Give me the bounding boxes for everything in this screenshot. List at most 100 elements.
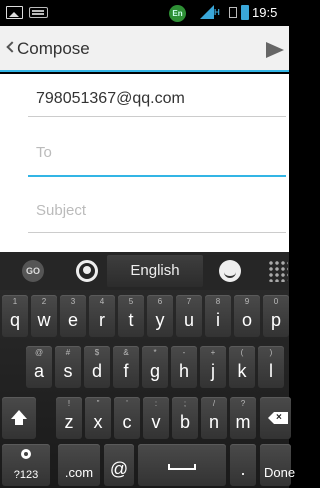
backspace-x-icon: × xyxy=(276,412,282,423)
go-keyboard-icon[interactable]: GO xyxy=(22,260,44,282)
key-hint: 0 xyxy=(273,297,279,306)
network-type-icon: H xyxy=(214,8,220,17)
key-label: q xyxy=(9,310,20,330)
key-q[interactable]: 1q xyxy=(2,295,28,337)
divider xyxy=(28,116,286,117)
key-label: l xyxy=(269,361,273,381)
key-i[interactable]: 8i xyxy=(205,295,231,337)
key-v[interactable]: :v xyxy=(143,397,169,439)
space-icon xyxy=(168,464,196,470)
keypad-grid-icon[interactable] xyxy=(268,260,288,282)
key-label: y xyxy=(155,310,165,330)
page-title[interactable]: Compose xyxy=(17,39,90,59)
key-r[interactable]: 4r xyxy=(89,295,115,337)
key-y[interactable]: 6y xyxy=(147,295,173,337)
key-hint: ' xyxy=(126,399,128,408)
key-hint: ? xyxy=(240,399,246,408)
key-hint: - xyxy=(182,348,186,357)
key-b[interactable]: ; b xyxy=(172,397,198,439)
language-switch[interactable]: English xyxy=(107,255,203,287)
subject-field[interactable]: Subject xyxy=(30,196,286,232)
key-w[interactable]: 2w xyxy=(31,295,57,337)
key-label: t xyxy=(128,310,134,330)
subject-placeholder: Subject xyxy=(36,202,87,219)
options-icon[interactable] xyxy=(76,260,98,282)
from-address[interactable]: 798051367@qq.com xyxy=(36,90,185,108)
compose-form: 798051367@qq.com To Subject xyxy=(0,74,289,252)
key-g[interactable]: * g xyxy=(142,346,168,388)
key-hint: 3 xyxy=(70,297,76,306)
language-label: English xyxy=(130,262,180,279)
key-hint: 4 xyxy=(99,297,105,306)
dotcom-key[interactable]: .com xyxy=(58,444,100,486)
at-key[interactable]: @ xyxy=(104,444,134,486)
key-label: a xyxy=(33,361,44,381)
key-k[interactable]: (k xyxy=(229,346,255,388)
input-method-icon: En xyxy=(169,5,186,22)
shift-icon xyxy=(11,410,27,425)
key-label: h xyxy=(178,361,189,381)
key-d[interactable]: $ d xyxy=(84,346,110,388)
send-icon[interactable] xyxy=(266,42,284,58)
emoji-icon[interactable] xyxy=(219,260,241,282)
key-label: b xyxy=(179,412,190,432)
key-hint: ) xyxy=(269,348,273,357)
delete-key[interactable]: × xyxy=(260,397,291,439)
keyboard-notification-icon xyxy=(29,7,48,18)
battery-icon xyxy=(241,5,249,20)
key-hint: 7 xyxy=(186,297,192,306)
shift-key[interactable] xyxy=(2,397,36,439)
key-hint: 5 xyxy=(128,297,134,306)
key-m[interactable]: ? m xyxy=(230,397,256,439)
key-z[interactable]: ! z xyxy=(56,397,82,439)
done-key[interactable]: Done xyxy=(260,444,295,486)
key-hint: 1 xyxy=(12,297,18,306)
key-label: i xyxy=(216,310,220,330)
key-hint: " xyxy=(96,399,100,408)
to-field[interactable]: To xyxy=(30,140,286,176)
period-label: . xyxy=(240,459,246,479)
key-label: j xyxy=(211,361,215,381)
key-hint: 8 xyxy=(215,297,221,306)
symbols-label: ?123 xyxy=(13,469,39,481)
to-field-underline xyxy=(28,175,286,177)
key-h[interactable]: -h xyxy=(171,346,197,388)
key-t[interactable]: 5t xyxy=(118,295,144,337)
key-a[interactable]: @ a xyxy=(26,346,52,388)
key-label: z xyxy=(64,412,74,432)
sim-icon xyxy=(229,7,237,18)
status-bar: En H 19:5 xyxy=(0,0,289,26)
key-label: s xyxy=(63,361,73,381)
key-label: f xyxy=(123,361,129,381)
period-key[interactable]: . xyxy=(230,444,256,486)
key-label: m xyxy=(235,412,251,432)
key-c[interactable]: ' c xyxy=(114,397,140,439)
key-label: n xyxy=(208,412,219,432)
key-label: g xyxy=(149,361,160,381)
back-chevron-icon[interactable] xyxy=(6,41,18,53)
key-hint: ! xyxy=(67,399,71,408)
gallery-notification-icon xyxy=(6,6,23,19)
key-hint: : xyxy=(154,399,158,408)
key-u[interactable]: 7u xyxy=(176,295,202,337)
key-f[interactable]: & f xyxy=(113,346,139,388)
key-label: p xyxy=(270,310,281,330)
key-label: c xyxy=(122,412,132,432)
key-l[interactable]: ) l xyxy=(258,346,284,388)
key-label: w xyxy=(37,310,51,330)
divider xyxy=(28,232,286,233)
key-p[interactable]: 0p xyxy=(263,295,289,337)
symbols-key[interactable]: ?123 xyxy=(2,444,50,486)
key-hint: ( xyxy=(240,348,244,357)
key-x[interactable]: " x xyxy=(85,397,111,439)
dotcom-label: .com xyxy=(64,465,94,480)
key-j[interactable]: + j xyxy=(200,346,226,388)
settings-gear-icon xyxy=(21,449,31,459)
signal-icon xyxy=(200,5,214,19)
key-s[interactable]: # s xyxy=(55,346,81,388)
key-o[interactable]: 9o xyxy=(234,295,260,337)
key-e[interactable]: 3e xyxy=(60,295,86,337)
key-n[interactable]: / n xyxy=(201,397,227,439)
key-hint: + xyxy=(210,348,216,357)
space-key[interactable] xyxy=(138,444,226,486)
